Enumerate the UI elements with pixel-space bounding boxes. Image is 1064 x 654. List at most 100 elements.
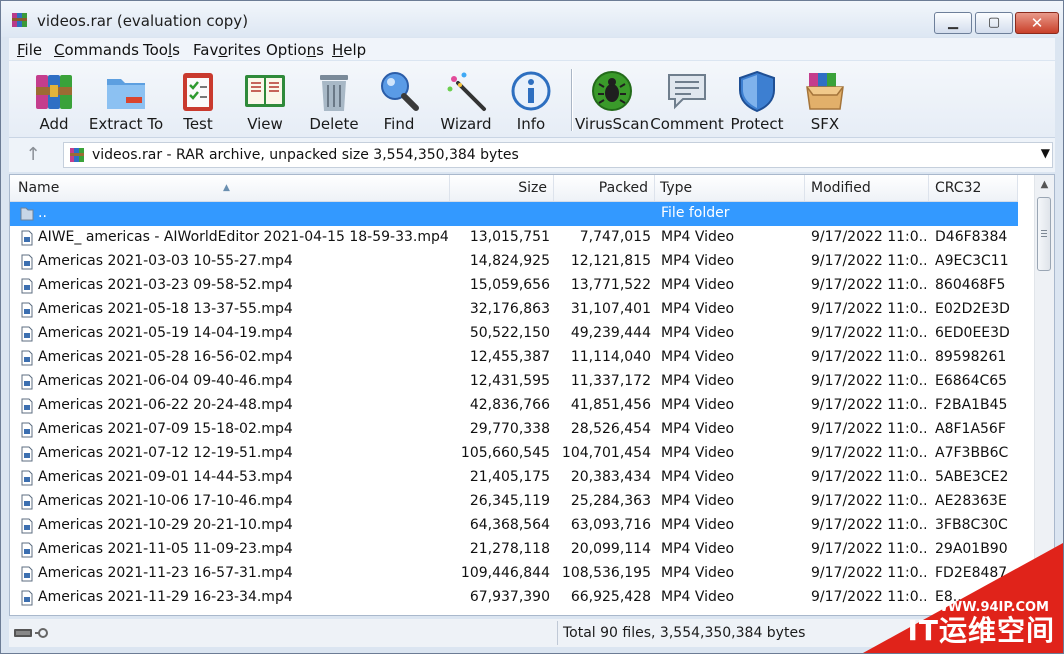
cell-type: MP4 Video bbox=[661, 373, 735, 389]
info-label: Info bbox=[516, 115, 546, 133]
column-type[interactable]: Type bbox=[655, 175, 805, 201]
cell-type: MP4 Video bbox=[661, 349, 735, 365]
cell-modified: 9/17/2022 11:0... bbox=[811, 229, 926, 245]
cell-type: MP4 Video bbox=[661, 517, 735, 533]
toolbar: Add Extract To Test View Delete Find Wiz… bbox=[9, 61, 1055, 138]
menu-file[interactable]: File bbox=[17, 41, 42, 59]
table-row[interactable]: Americas 2021-10-06 17-10-46.mp4 26,345,1… bbox=[10, 490, 1018, 514]
table-row[interactable]: Americas 2021-03-03 10-55-27.mp4 14,824,9… bbox=[10, 250, 1018, 274]
cell-type: MP4 Video bbox=[661, 541, 735, 557]
video-file-icon bbox=[21, 470, 33, 486]
delete-button[interactable]: Delete bbox=[309, 63, 359, 135]
status-divider bbox=[557, 621, 558, 645]
menu-help[interactable]: Help bbox=[332, 41, 366, 59]
test-button[interactable]: Test bbox=[174, 63, 222, 135]
wizard-button[interactable]: Wizard bbox=[440, 63, 492, 135]
find-magnifier-icon bbox=[381, 72, 419, 111]
close-button[interactable]: ✕ bbox=[1015, 12, 1059, 34]
dropdown-arrow-icon[interactable]: ▼ bbox=[1041, 146, 1050, 160]
table-row[interactable]: Americas 2021-06-04 09-40-46.mp4 12,431,5… bbox=[10, 370, 1018, 394]
cell-name: Americas 2021-07-09 15-18-02.mp4 bbox=[38, 421, 293, 437]
table-row[interactable]: Americas 2021-10-29 20-21-10.mp4 64,368,5… bbox=[10, 514, 1018, 538]
cell-size: 21,405,175 bbox=[469, 469, 550, 485]
column-crc32[interactable]: CRC32 bbox=[929, 175, 1018, 201]
cell-packed: 20,383,434 bbox=[570, 469, 651, 485]
cell-name: Americas 2021-11-05 11-09-23.mp4 bbox=[38, 541, 293, 557]
scroll-thumb[interactable] bbox=[1037, 197, 1051, 271]
drive-key-icon[interactable] bbox=[13, 625, 53, 641]
menu-commands[interactable]: Commands bbox=[54, 41, 139, 59]
menu-options[interactable]: Options bbox=[266, 41, 324, 59]
cell-size: 13,015,751 bbox=[469, 229, 550, 245]
menu-favorites[interactable]: Favorites bbox=[193, 41, 261, 59]
maximize-icon: ▢ bbox=[987, 15, 1001, 30]
video-file-icon bbox=[21, 254, 33, 270]
cell-modified: 9/17/2022 11:0... bbox=[811, 325, 926, 341]
up-arrow-icon[interactable]: ↑ bbox=[23, 146, 43, 166]
table-row[interactable]: AIWE_ americas - AIWorldEditor 2021-04-1… bbox=[10, 226, 1018, 250]
minimize-button[interactable]: ▁ bbox=[934, 12, 972, 34]
cell-type: MP4 Video bbox=[661, 493, 735, 509]
protect-shield-icon bbox=[739, 70, 775, 113]
column-size[interactable]: Size bbox=[450, 175, 554, 201]
video-file-icon bbox=[21, 542, 33, 558]
cell-type: MP4 Video bbox=[661, 301, 735, 317]
column-modified[interactable]: Modified bbox=[805, 175, 929, 201]
video-file-icon bbox=[21, 302, 33, 318]
delete-label: Delete bbox=[309, 115, 359, 133]
column-name[interactable]: Name ▲ bbox=[10, 175, 450, 201]
add-label: Add bbox=[39, 115, 69, 133]
cell-size: 105,660,545 bbox=[460, 445, 550, 461]
cell-name: Americas 2021-10-06 17-10-46.mp4 bbox=[38, 493, 293, 509]
cell-size: 12,455,387 bbox=[469, 349, 550, 365]
table-row[interactable]: Americas 2021-05-28 16-56-02.mp4 12,455,3… bbox=[10, 346, 1018, 370]
virusscan-button[interactable]: VirusScan bbox=[575, 63, 649, 135]
view-label: View bbox=[247, 115, 283, 133]
virusscan-label: VirusScan bbox=[574, 115, 650, 133]
watermark: WWW.94IP.COM IT运维空间 bbox=[863, 543, 1063, 653]
cell-name: Americas 2021-09-01 14-44-53.mp4 bbox=[38, 469, 293, 485]
sfx-label: SFX bbox=[810, 115, 840, 133]
view-button[interactable]: View bbox=[239, 63, 291, 135]
extract-to-button[interactable]: Extract To bbox=[89, 63, 163, 135]
path-dropdown[interactable]: videos.rar - RAR archive, unpacked size … bbox=[63, 142, 1053, 168]
cell-size: 12,431,595 bbox=[469, 373, 550, 389]
minimize-icon: ▁ bbox=[948, 15, 958, 30]
video-file-icon bbox=[21, 590, 33, 606]
cell-modified: 9/17/2022 11:0... bbox=[811, 301, 926, 317]
archive-path-text: videos.rar - RAR archive, unpacked size … bbox=[92, 147, 519, 163]
cell-type: MP4 Video bbox=[661, 253, 735, 269]
cell-modified: 9/17/2022 11:0... bbox=[811, 349, 926, 365]
table-row[interactable]: Americas 2021-03-23 09-58-52.mp4 15,059,6… bbox=[10, 274, 1018, 298]
cell-type: MP4 Video bbox=[661, 229, 735, 245]
maximize-button[interactable]: ▢ bbox=[975, 12, 1013, 34]
cell-name: Americas 2021-05-28 16-56-02.mp4 bbox=[38, 349, 293, 365]
table-row[interactable]: Americas 2021-05-19 14-04-19.mp4 50,522,1… bbox=[10, 322, 1018, 346]
table-row[interactable]: Americas 2021-07-09 15-18-02.mp4 29,770,3… bbox=[10, 418, 1018, 442]
table-row[interactable]: Americas 2021-09-01 14-44-53.mp4 21,405,1… bbox=[10, 466, 1018, 490]
menu-bar: File Commands Tools Favorites Options He… bbox=[9, 38, 1055, 60]
cell-crc: 3FB8C30C bbox=[935, 517, 1008, 533]
sfx-button[interactable]: SFX bbox=[801, 63, 849, 135]
comment-bubble-icon bbox=[668, 74, 706, 110]
table-row[interactable]: Americas 2021-05-18 13-37-55.mp4 32,176,8… bbox=[10, 298, 1018, 322]
find-button[interactable]: Find bbox=[377, 63, 421, 135]
comment-button[interactable]: Comment bbox=[650, 63, 724, 135]
menu-tools[interactable]: Tools bbox=[143, 41, 180, 59]
parent-folder-row[interactable]: .. File folder bbox=[10, 202, 1018, 226]
protect-button[interactable]: Protect bbox=[730, 63, 784, 135]
cell-size: 26,345,119 bbox=[469, 493, 550, 509]
info-button[interactable]: Info bbox=[511, 63, 551, 135]
table-row[interactable]: Americas 2021-07-12 12-19-51.mp4 105,660,… bbox=[10, 442, 1018, 466]
cell-modified: 9/17/2022 11:0... bbox=[811, 277, 926, 293]
test-clipboard-icon bbox=[183, 73, 213, 111]
table-row[interactable]: Americas 2021-06-22 20-24-48.mp4 42,836,7… bbox=[10, 394, 1018, 418]
cell-name: Americas 2021-11-29 16-23-34.mp4 bbox=[38, 589, 293, 605]
add-button[interactable]: Add bbox=[29, 63, 79, 135]
cell-modified: 9/17/2022 11:0... bbox=[811, 421, 926, 437]
column-packed[interactable]: Packed bbox=[554, 175, 655, 201]
title-bar[interactable]: videos.rar (evaluation copy) ▁ ▢ ✕ bbox=[1, 1, 1063, 37]
cell-modified: 9/17/2022 11:0... bbox=[811, 517, 926, 533]
test-label: Test bbox=[183, 115, 213, 133]
scroll-up-icon[interactable]: ▲ bbox=[1035, 175, 1054, 194]
